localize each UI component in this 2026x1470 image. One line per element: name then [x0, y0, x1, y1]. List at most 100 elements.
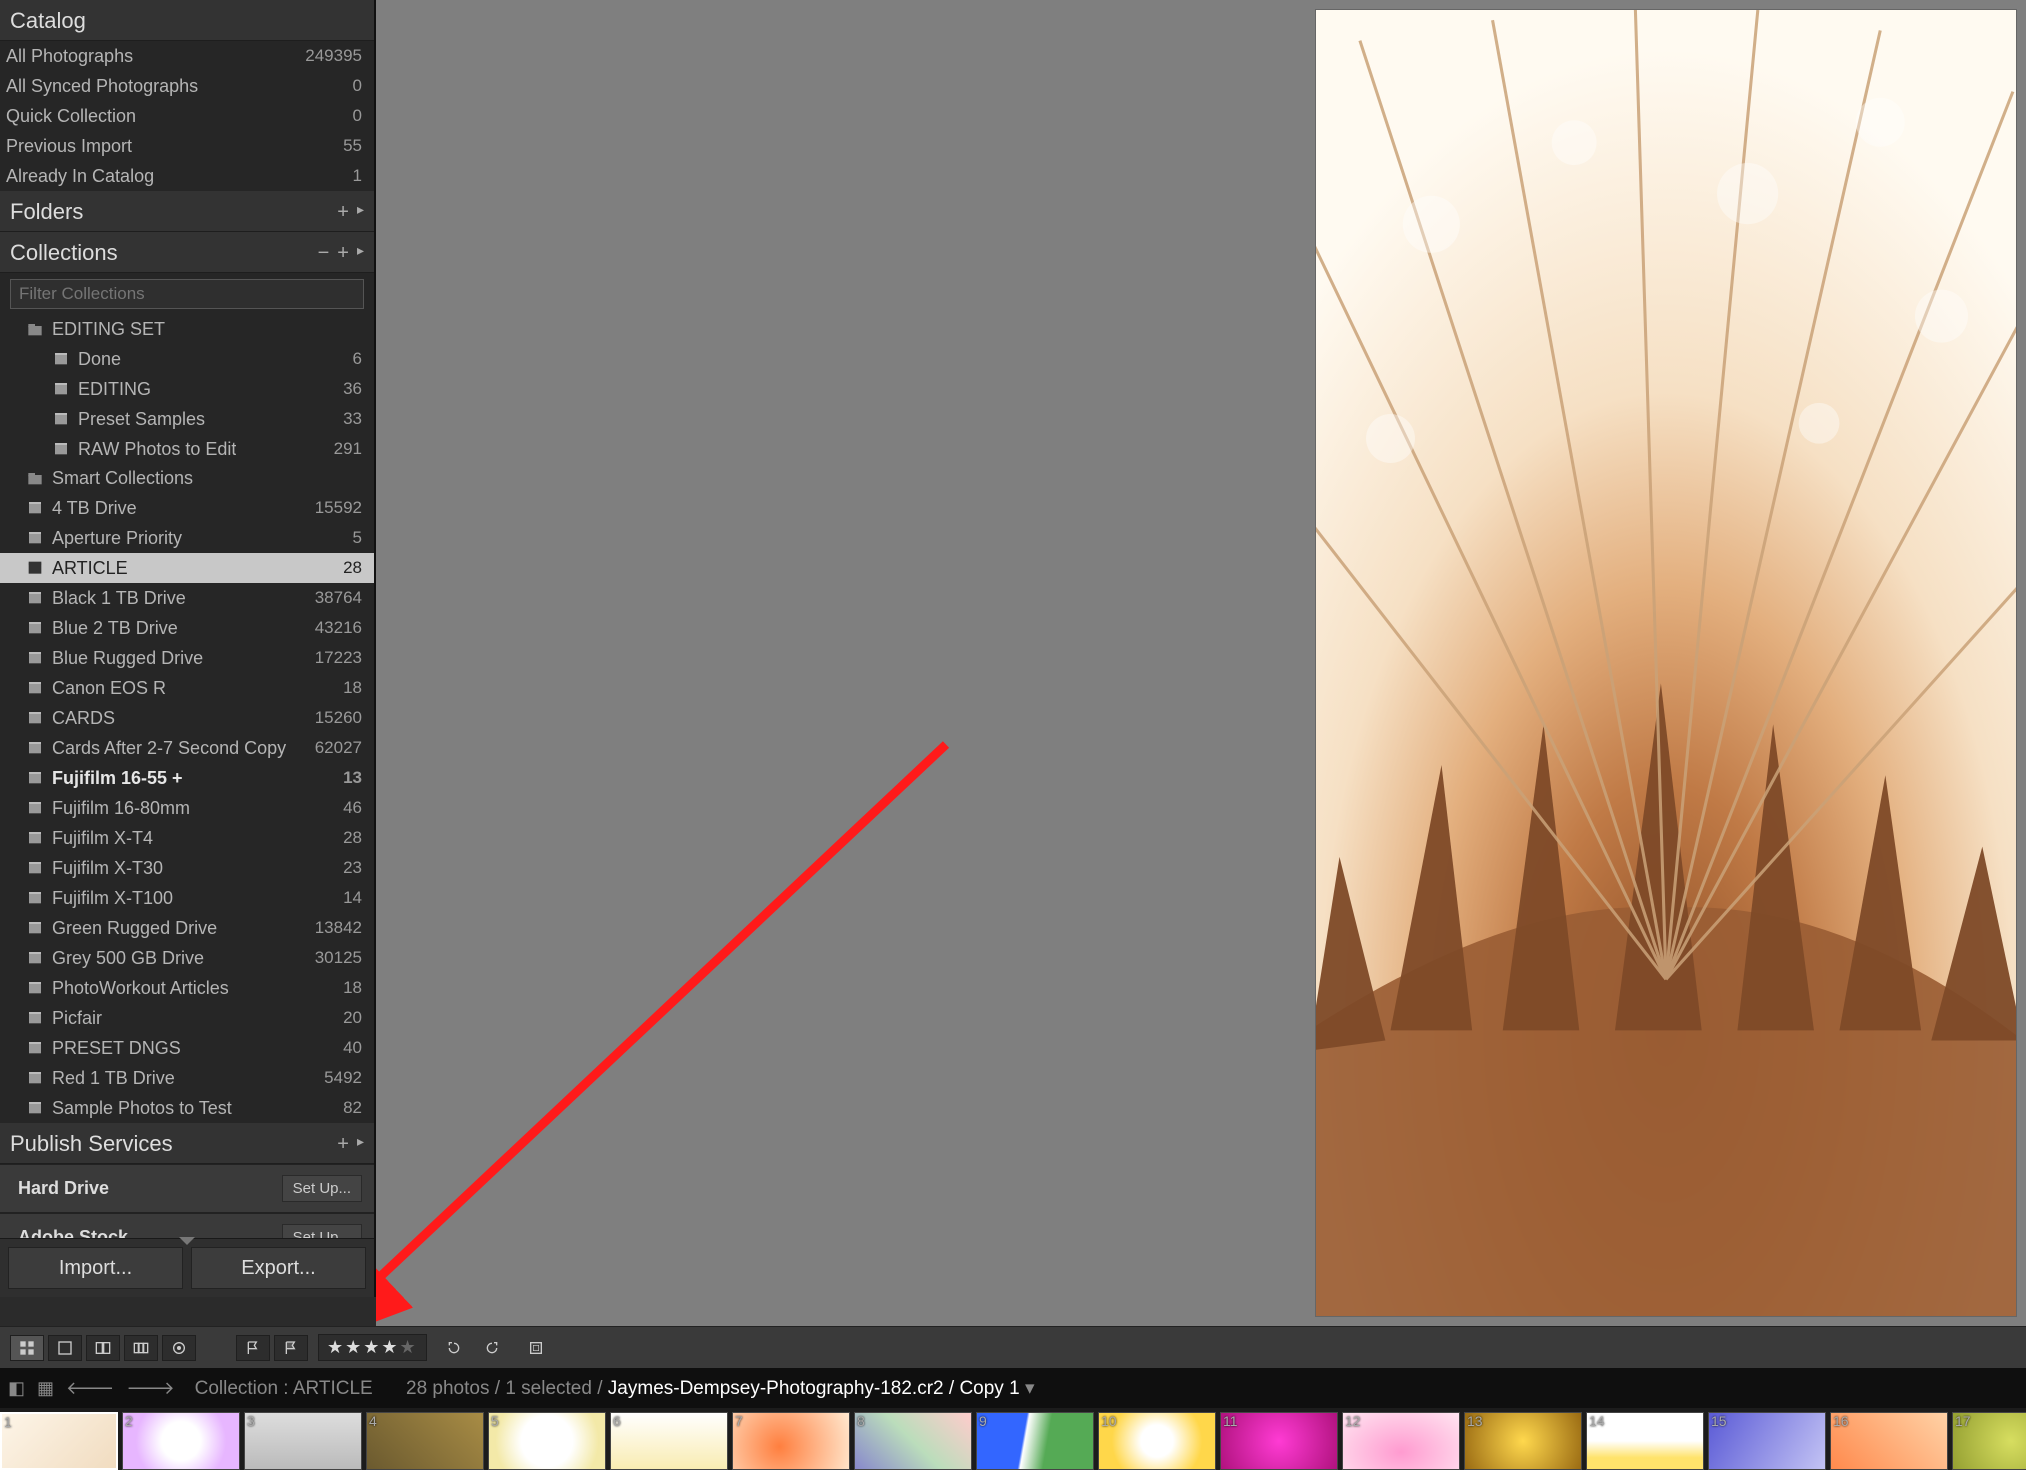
collection-item[interactable]: Fujifilm 16-55 +13 [0, 763, 374, 793]
collection-item[interactable]: CARDS15260 [0, 703, 374, 733]
thumb-number: 7 [735, 1413, 743, 1429]
collection-item[interactable]: ARTICLE28 [0, 553, 374, 583]
collection-item[interactable]: Fujifilm X-T428 [0, 823, 374, 853]
catalog-item[interactable]: All Photographs249395 [0, 41, 374, 71]
filmstrip-thumb[interactable]: 17 [1952, 1412, 2026, 1470]
collection-item[interactable]: Aperture Priority5 [0, 523, 374, 553]
smart-collections-item[interactable]: Smart Collections [0, 464, 374, 493]
grid-quick-icon[interactable]: ▦ [37, 1378, 54, 1399]
rating-stars[interactable]: ★★★★★ [318, 1334, 427, 1361]
filmstrip-thumb[interactable]: 4 [366, 1412, 484, 1470]
thumb-number: 10 [1101, 1413, 1117, 1429]
filmstrip-thumb[interactable]: 7 [732, 1412, 850, 1470]
catalog-item[interactable]: Previous Import55 [0, 131, 374, 161]
people-view-button[interactable] [162, 1335, 196, 1361]
collection-item[interactable]: Fujifilm 16-80mm46 [0, 793, 374, 823]
collection-item[interactable]: Fujifilm X-T3023 [0, 853, 374, 883]
collection-item[interactable]: PhotoWorkout Articles18 [0, 973, 374, 1003]
thumb-number: 16 [1833, 1413, 1849, 1429]
filmstrip-thumb[interactable]: 13 [1464, 1412, 1582, 1470]
collection-item[interactable]: Done6 [0, 344, 374, 374]
collection-count: 291 [334, 439, 362, 459]
publish-setup-button[interactable]: Set Up... [282, 1175, 362, 1202]
publish-service-item[interactable]: Hard DriveSet Up... [0, 1164, 374, 1213]
reject-flag-button[interactable] [274, 1335, 308, 1361]
loupe-view-button[interactable] [48, 1335, 82, 1361]
filmstrip-thumb[interactable]: 11 [1220, 1412, 1338, 1470]
collection-item[interactable]: EDITING36 [0, 374, 374, 404]
collection-item[interactable]: Canon EOS R18 [0, 673, 374, 703]
grid-view-button[interactable] [10, 1335, 44, 1361]
nav-back-icon[interactable]: 🡐 [66, 1378, 114, 1399]
collection-item[interactable]: Preset Samples33 [0, 404, 374, 434]
filmstrip-thumb[interactable]: 2 [122, 1412, 240, 1470]
collection-item[interactable]: Blue Rugged Drive17223 [0, 643, 374, 673]
filmstrip-thumb[interactable]: 8 [854, 1412, 972, 1470]
selected-count: 1 selected [505, 1378, 592, 1399]
filmstrip-thumb[interactable]: 15 [1708, 1412, 1826, 1470]
thumb-preview [611, 1413, 727, 1469]
filmstrip-thumb[interactable]: 10 [1098, 1412, 1216, 1470]
folder-set-icon [26, 470, 44, 488]
filmstrip-thumb[interactable]: 16 [1830, 1412, 1948, 1470]
collection-item[interactable]: 4 TB Drive15592 [0, 493, 374, 523]
filmstrip-thumb[interactable]: 3 [244, 1412, 362, 1470]
catalog-item[interactable]: All Synced Photographs0 [0, 71, 374, 101]
catalog-item[interactable]: Already In Catalog1 [0, 161, 374, 191]
collection-item[interactable]: Sample Photos to Test82 [0, 1093, 374, 1123]
collection-label: Black 1 TB Drive [52, 588, 186, 609]
rotate-cw-button[interactable] [475, 1335, 509, 1361]
publish-add-icon[interactable]: + [337, 1133, 349, 1156]
collections-minus-icon[interactable]: − [318, 242, 330, 265]
panel-options-icon[interactable] [179, 1237, 195, 1245]
collections-panel-header[interactable]: Collections −+▸ [0, 232, 374, 273]
bottom-toolbar: ★★★★★ [0, 1326, 2026, 1368]
publish-setup-button[interactable]: Set Up... [282, 1224, 362, 1238]
filmstrip-thumb[interactable]: 5 [488, 1412, 606, 1470]
flag-picker-button[interactable] [236, 1335, 270, 1361]
second-window-icon[interactable]: ◧ [8, 1378, 25, 1399]
filmstrip[interactable]: 123456789101112131415161718 [0, 1408, 2026, 1470]
nav-fwd-icon[interactable]: 🡒 [126, 1378, 174, 1399]
folders-add-icon[interactable]: + [337, 201, 349, 224]
collection-item[interactable]: Cards After 2-7 Second Copy62027 [0, 733, 374, 763]
collection-item[interactable]: Green Rugged Drive13842 [0, 913, 374, 943]
collection-set-editing-set[interactable]: EDITING SET [0, 315, 374, 344]
filmstrip-thumb[interactable]: 9 [976, 1412, 1094, 1470]
collection-item[interactable]: Fujifilm X-T10014 [0, 883, 374, 913]
collection-icon [26, 1009, 44, 1027]
collection-item[interactable]: PRESET DNGS40 [0, 1033, 374, 1063]
catalog-title: Catalog [10, 8, 86, 34]
thumb-number: 6 [613, 1413, 621, 1429]
publish-service-item[interactable]: Adobe StockSet Up... [0, 1213, 374, 1238]
collections-add-icon[interactable]: + [337, 242, 349, 265]
rotate-ccw-button[interactable] [437, 1335, 471, 1361]
catalog-item[interactable]: Quick Collection0 [0, 101, 374, 131]
folders-collapse-icon[interactable]: ▸ [357, 201, 364, 224]
collection-item[interactable]: Picfair20 [0, 1003, 374, 1033]
export-button[interactable]: Export... [191, 1247, 366, 1289]
filmstrip-thumb[interactable]: 14 [1586, 1412, 1704, 1470]
folders-panel-header[interactable]: Folders +▸ [0, 191, 374, 232]
filter-collections-input[interactable] [10, 279, 364, 309]
compare-view-button[interactable] [86, 1335, 120, 1361]
collection-item[interactable]: Grey 500 GB Drive30125 [0, 943, 374, 973]
preview-canvas[interactable] [376, 0, 2026, 1326]
collection-icon [26, 529, 44, 547]
filmstrip-thumb[interactable]: 1 [0, 1412, 118, 1470]
survey-view-button[interactable] [124, 1335, 158, 1361]
collection-item[interactable]: Blue 2 TB Drive43216 [0, 613, 374, 643]
collections-collapse-icon[interactable]: ▸ [357, 242, 364, 265]
catalog-panel-header[interactable]: Catalog [0, 0, 374, 41]
collection-count: 13842 [315, 918, 362, 938]
publish-collapse-icon[interactable]: ▸ [357, 1133, 364, 1156]
publish-panel-header[interactable]: Publish Services +▸ [0, 1123, 374, 1164]
filmstrip-thumb[interactable]: 12 [1342, 1412, 1460, 1470]
crop-overlay-button[interactable] [519, 1335, 553, 1361]
collection-item[interactable]: RAW Photos to Edit291 [0, 434, 374, 464]
breadcrumb-dropdown-icon[interactable]: ▾ [1025, 1378, 1035, 1399]
import-button[interactable]: Import... [8, 1247, 183, 1289]
filmstrip-thumb[interactable]: 6 [610, 1412, 728, 1470]
collection-item[interactable]: Black 1 TB Drive38764 [0, 583, 374, 613]
collection-item[interactable]: Red 1 TB Drive5492 [0, 1063, 374, 1093]
